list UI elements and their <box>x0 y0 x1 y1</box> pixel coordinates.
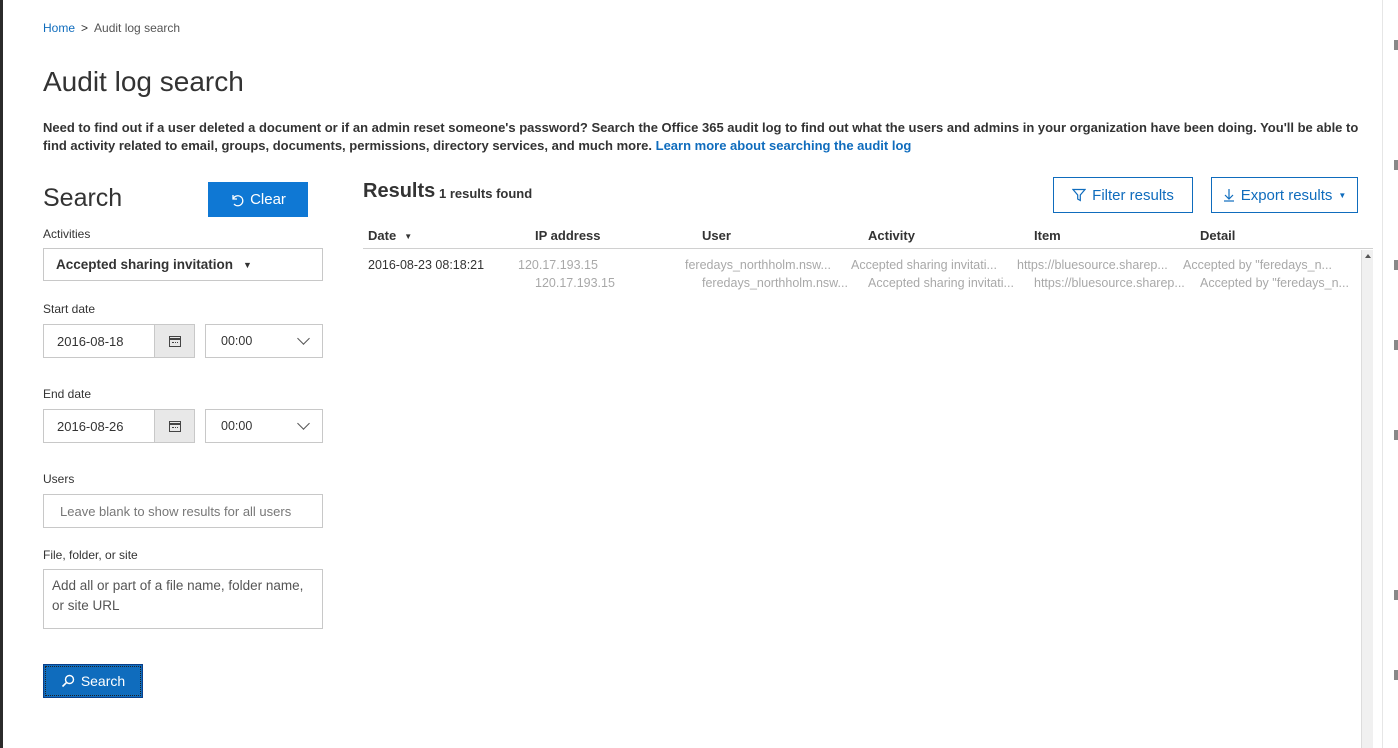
row-user-ghost: feredays_northholm.nsw... <box>685 258 831 272</box>
row-detail-ghost: Accepted by "feredays_n... <box>1183 258 1332 272</box>
start-time-value: 00:00 <box>221 334 253 348</box>
results-count: 1 results found <box>439 186 533 201</box>
activities-dropdown[interactable]: Accepted sharing invitation ▼ <box>43 248 323 281</box>
breadcrumb-separator: > <box>81 21 89 35</box>
chevron-down-icon <box>297 332 310 345</box>
file-folder-site-label: File, folder, or site <box>43 548 138 562</box>
column-header-ip[interactable]: IP address <box>535 228 601 243</box>
column-date-label: Date <box>368 228 397 243</box>
column-header-item[interactable]: Item <box>1034 228 1061 243</box>
filter-results-label: Filter results <box>1092 186 1174 204</box>
results-scrollbar[interactable] <box>1361 250 1373 748</box>
column-header-detail[interactable]: Detail <box>1200 228 1235 243</box>
column-header-date[interactable]: Date ▼ <box>368 228 412 243</box>
caret-down-icon: ▼ <box>1338 190 1347 200</box>
filter-icon <box>1072 188 1087 202</box>
end-time-dropdown[interactable]: 00:00 <box>205 409 323 443</box>
export-results-label: Export results <box>1240 186 1333 204</box>
users-label: Users <box>43 472 75 486</box>
caret-down-icon: ▼ <box>243 259 252 270</box>
calendar-icon <box>168 420 181 432</box>
start-date-label: Start date <box>43 302 96 316</box>
row-ip: 120.17.193.15 <box>535 276 615 290</box>
breadcrumb: Home > Audit log search <box>43 21 180 35</box>
intro-text: Need to find out if a user deleted a doc… <box>43 119 1383 155</box>
activities-label: Activities <box>43 227 91 241</box>
end-date-label: End date <box>43 387 92 401</box>
users-input[interactable] <box>43 494 323 528</box>
page-title: Audit log search <box>43 66 244 97</box>
learn-more-link[interactable]: Learn more about searching the audit log <box>656 138 912 153</box>
end-date-calendar-button[interactable] <box>154 410 194 442</box>
end-date-field[interactable]: 2016-08-26 <box>43 409 195 443</box>
search-icon <box>61 674 75 688</box>
clear-button[interactable]: Clear <box>208 182 308 217</box>
end-time-value: 00:00 <box>221 419 253 433</box>
download-icon <box>1223 189 1234 202</box>
right-gutter <box>1382 0 1398 748</box>
row-activity-ghost: Accepted sharing invitati... <box>851 258 997 272</box>
row-item: https://bluesource.sharep... <box>1034 276 1185 290</box>
start-date-field[interactable]: 2016-08-18 <box>43 324 195 358</box>
column-header-user[interactable]: User <box>702 228 731 243</box>
row-date: 2016-08-23 08:18:21 <box>368 258 485 272</box>
row-activity: Accepted sharing invitati... <box>868 276 1014 290</box>
results-heading: Results <box>363 180 436 202</box>
row-user: feredays_northholm.nsw... <box>702 276 848 290</box>
start-time-dropdown[interactable]: 00:00 <box>205 324 323 358</box>
scroll-up-icon[interactable] <box>1365 254 1371 258</box>
start-date-value: 2016-08-18 <box>57 333 124 349</box>
search-button-label: Search <box>80 673 126 689</box>
row-ip-ghost: 120.17.193.15 <box>518 258 598 272</box>
row-item-ghost: https://bluesource.sharep... <box>1017 258 1168 272</box>
file-folder-site-input[interactable] <box>43 569 323 629</box>
calendar-icon <box>168 335 181 347</box>
activities-selected-value: Accepted sharing invitation <box>56 257 234 272</box>
window-left-edge <box>0 0 3 748</box>
column-header-activity[interactable]: Activity <box>868 228 915 243</box>
chevron-down-icon <box>297 417 310 430</box>
sort-descending-icon: ▼ <box>404 232 413 242</box>
clear-button-label: Clear <box>250 191 286 208</box>
search-button[interactable]: Search <box>43 664 143 698</box>
start-date-calendar-button[interactable] <box>154 325 194 357</box>
table-row[interactable]: 2016-08-23 08:18:21 120.17.193.15 fereda… <box>363 250 1353 290</box>
search-heading: Search <box>43 184 123 212</box>
breadcrumb-current: Audit log search <box>94 21 181 35</box>
undo-arrow-icon <box>232 194 244 206</box>
row-detail: Accepted by "feredays_n... <box>1200 276 1349 290</box>
export-results-button[interactable]: Export results ▼ <box>1211 177 1358 213</box>
filter-results-button[interactable]: Filter results <box>1053 177 1193 213</box>
breadcrumb-home-link[interactable]: Home <box>43 21 75 35</box>
end-date-value: 2016-08-26 <box>57 418 124 434</box>
results-table-header: Date ▼ IP address User Activity Item Deta… <box>363 225 1373 249</box>
